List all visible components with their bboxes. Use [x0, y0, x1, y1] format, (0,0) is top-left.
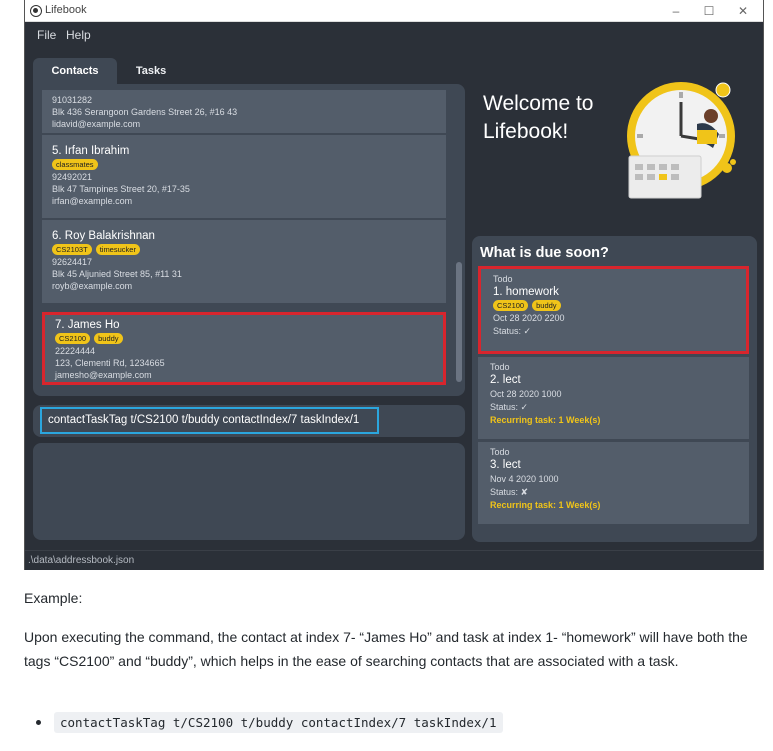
lifebook-logo-icon [30, 5, 42, 17]
tag-badge: CS2100 [493, 300, 529, 311]
contact-phone: 22224444 [55, 346, 96, 356]
contact-name: 7. James Ho [55, 319, 120, 331]
task-type: Todo [490, 447, 510, 457]
app-window: Lifebook – ☐ ✕ File Help Contacts Tasks … [24, 0, 764, 570]
task-tags: CS2100 buddy [493, 300, 734, 311]
task-card-2[interactable]: Todo 2. lect Oct 28 2020 1000 Status: ✓ … [478, 357, 749, 439]
contact-email: jamesho@example.com [55, 370, 152, 380]
tag-badge: buddy [94, 333, 123, 344]
task-card-1[interactable]: Todo 1. homework CS2100 buddy Oct 28 202… [478, 266, 749, 354]
contact-tags: CS2100 buddy [55, 333, 433, 344]
contact-card-7[interactable]: 7. James Ho CS2100 buddy 22224444 123, C… [42, 312, 446, 385]
tag-badge: CS2100 [55, 333, 91, 344]
task-date: Nov 4 2020 1000 [490, 474, 559, 484]
contact-phone: 92492021 [52, 172, 93, 182]
contact-phone: 92624417 [52, 257, 93, 267]
contact-address: 123, Clementi Rd, 1234665 [55, 358, 165, 368]
contact-name: 5. Irfan Ibrahim [52, 145, 130, 157]
example-paragraph: Upon executing the command, the contact … [24, 629, 748, 669]
tag-badge: buddy [532, 300, 561, 311]
menu-help[interactable]: Help [66, 28, 91, 42]
example-command-code: contactTaskTag t/CS2100 t/buddy contactI… [54, 712, 503, 733]
contact-card-6[interactable]: 6. Roy Balakrishnan CS2103T timesucker 9… [42, 220, 446, 304]
status-bar: .\data\addressbook.json [25, 550, 763, 570]
task-status: Status: ✓ [493, 326, 532, 336]
close-button[interactable]: ✕ [731, 3, 755, 19]
menu-file[interactable]: File [37, 28, 56, 42]
task-date: Oct 28 2020 1000 [490, 389, 562, 399]
task-name: 1. homework [493, 286, 559, 298]
contact-card-partial[interactable]: 91031282 Blk 436 Serangoon Gardens Stree… [42, 90, 446, 134]
due-soon-title: What is due soon? [480, 245, 609, 261]
task-type: Todo [490, 362, 510, 372]
maximize-button[interactable]: ☐ [697, 3, 721, 19]
tag-badge: classmates [52, 159, 98, 170]
title-bar: Lifebook – ☐ ✕ [25, 0, 763, 22]
contact-card-5[interactable]: 5. Irfan Ibrahim classmates 92492021 Blk… [42, 135, 446, 219]
contact-tags: classmates [52, 159, 436, 170]
contact-tags: CS2103T timesucker [52, 244, 436, 255]
clock-illustration-icon [627, 82, 736, 199]
contact-name: 6. Roy Balakrishnan [52, 230, 155, 242]
task-name: 2. lect [490, 374, 521, 386]
contact-email: irfan@example.com [52, 196, 133, 206]
window-title: Lifebook [45, 4, 87, 16]
bullet-icon [36, 720, 41, 725]
task-recurring: Recurring task: 1 Week(s) [490, 415, 601, 425]
contact-phone: 91031282 [52, 95, 93, 105]
task-card-3[interactable]: Todo 3. lect Nov 4 2020 1000 Status: ✘ R… [478, 442, 749, 524]
minimize-button[interactable]: – [664, 3, 688, 19]
tab-tasks[interactable]: Tasks [117, 58, 185, 84]
contact-list-panel: 91031282 Blk 436 Serangoon Gardens Stree… [33, 84, 465, 396]
contact-list-scrollbar[interactable] [456, 262, 462, 382]
contact-address: Blk 47 Tampines Street 20, #17-35 [52, 184, 190, 194]
example-label: Example: [24, 590, 83, 606]
result-display [33, 443, 465, 540]
task-status: Status: ✓ [490, 402, 529, 412]
task-date: Oct 28 2020 2200 [493, 313, 565, 323]
storage-path: .\data\addressbook.json [28, 555, 135, 566]
task-name: 3. lect [490, 459, 521, 471]
contact-address: Blk 436 Serangoon Gardens Street 26, #16… [52, 107, 238, 117]
contact-address: Blk 45 Aljunied Street 85, #11 31 [52, 269, 182, 279]
command-input[interactable]: contactTaskTag t/CS2100 t/buddy contactI… [40, 407, 379, 434]
contact-email: lidavid@example.com [52, 119, 141, 129]
task-status: Status: ✘ [490, 487, 529, 497]
task-recurring: Recurring task: 1 Week(s) [490, 500, 601, 510]
task-type: Todo [493, 274, 513, 284]
menu-bar: File Help [25, 22, 763, 46]
contact-email: royb@example.com [52, 281, 133, 291]
tab-contacts[interactable]: Contacts [33, 58, 117, 84]
tag-badge: timesucker [95, 244, 140, 255]
tag-badge: CS2103T [52, 244, 92, 255]
